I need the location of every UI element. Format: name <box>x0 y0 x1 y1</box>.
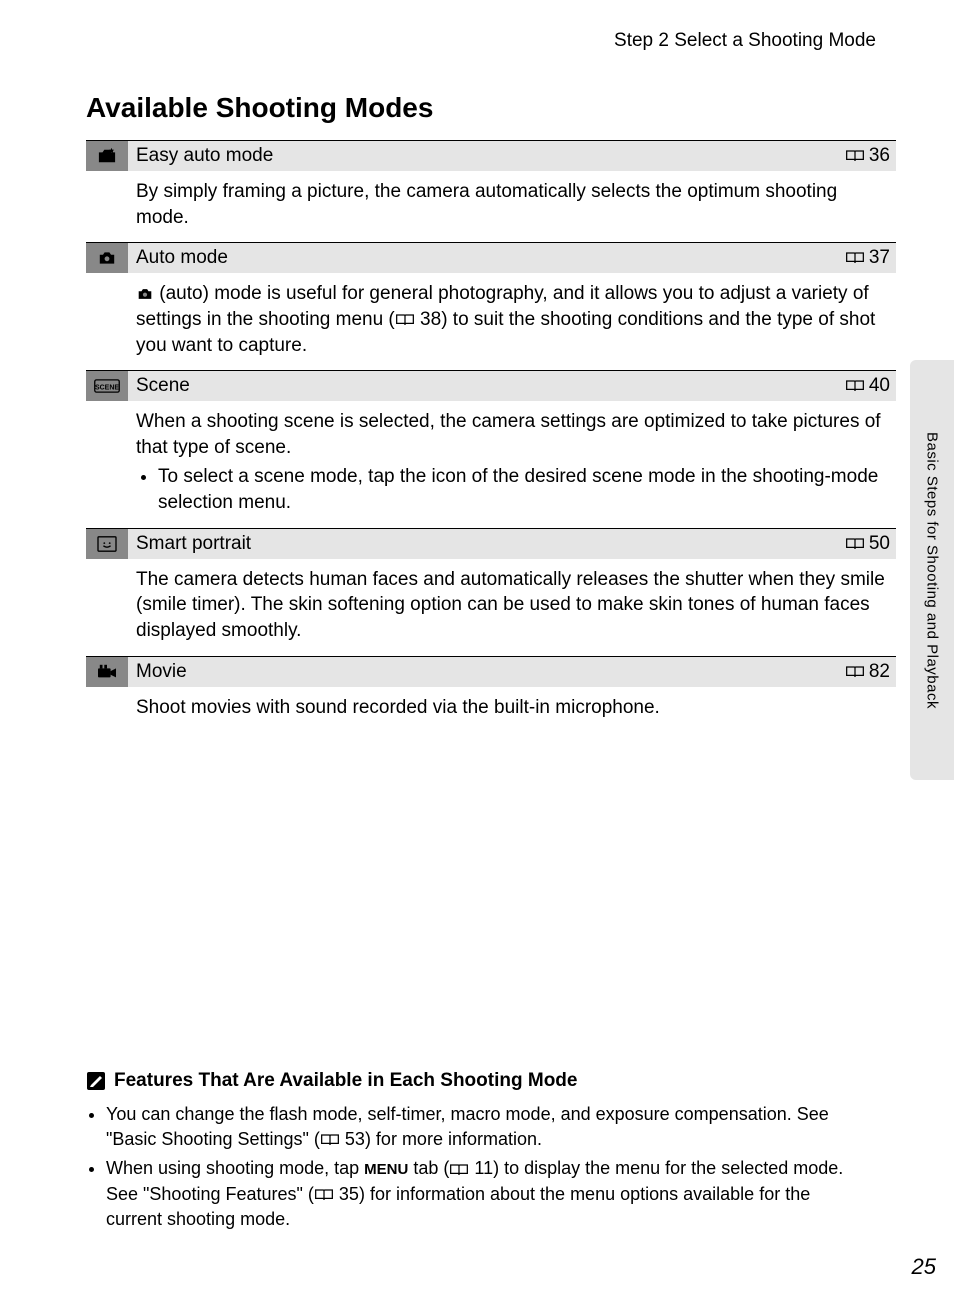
book-icon <box>845 537 865 551</box>
scene-icon <box>86 371 128 401</box>
features-section: Features That Are Available in Each Shoo… <box>86 1070 868 1236</box>
page-number-ref: 36 <box>869 145 890 167</box>
page-reference: 37 <box>845 247 890 269</box>
book-icon <box>845 149 865 163</box>
mode-row-auto: Auto mode 37 <box>86 242 896 273</box>
page-number-ref: 40 <box>869 375 890 397</box>
book-icon <box>845 251 865 265</box>
mode-label: Easy auto mode <box>136 145 845 167</box>
page-number-ref: 37 <box>869 247 890 269</box>
note-icon <box>86 1071 106 1091</box>
feature-item: You can change the flash mode, self-time… <box>106 1102 868 1152</box>
mode-row-movie: Movie 82 <box>86 656 896 687</box>
mode-label: Auto mode <box>136 247 845 269</box>
camera-inline-icon <box>136 287 154 301</box>
book-icon <box>320 1133 340 1147</box>
mode-description: By simply framing a picture, the camera … <box>86 171 896 242</box>
side-tab-label: Basic Steps for Shooting and Playback <box>924 432 941 709</box>
mode-description: Shoot movies with sound recorded via the… <box>86 687 896 733</box>
movie-icon <box>86 657 128 687</box>
mode-bullet: To select a scene mode, tap the icon of … <box>158 464 890 515</box>
section-title: Available Shooting Modes <box>86 92 896 124</box>
mode-description: The camera detects human faces and autom… <box>86 559 896 656</box>
auto-icon <box>86 243 128 273</box>
smart-portrait-icon <box>86 529 128 559</box>
page-reference: 50 <box>845 533 890 555</box>
page-number: 25 <box>912 1254 936 1280</box>
mode-description: (auto) mode is useful for general photog… <box>86 273 896 370</box>
book-icon <box>845 379 865 393</box>
mode-row-easy-auto: Easy auto mode 36 <box>86 140 896 171</box>
book-icon <box>449 1163 469 1177</box>
book-icon <box>845 665 865 679</box>
page-reference: 40 <box>845 375 890 397</box>
page-number-ref: 50 <box>869 533 890 555</box>
step-header: Step 2 Select a Shooting Mode <box>86 30 896 52</box>
side-tab: Basic Steps for Shooting and Playback <box>910 360 954 780</box>
easy-auto-icon <box>86 141 128 171</box>
mode-label: Scene <box>136 375 845 397</box>
mode-description: When a shooting scene is selected, the c… <box>86 401 896 528</box>
shooting-modes-table: Easy auto mode 36 By simply framing a pi… <box>86 140 896 732</box>
book-icon <box>314 1188 334 1202</box>
menu-tab-text: MENU <box>364 1161 408 1178</box>
mode-row-scene: Scene 40 <box>86 370 896 401</box>
features-heading: Features That Are Available in Each Shoo… <box>86 1070 868 1092</box>
page-reference: 36 <box>845 145 890 167</box>
mode-row-smart-portrait: Smart portrait 50 <box>86 528 896 559</box>
page-number-ref: 82 <box>869 661 890 683</box>
mode-label: Smart portrait <box>136 533 845 555</box>
mode-label: Movie <box>136 661 845 683</box>
feature-item: When using shooting mode, tap MENU tab (… <box>106 1156 868 1232</box>
book-icon <box>395 313 415 327</box>
page-reference: 82 <box>845 661 890 683</box>
